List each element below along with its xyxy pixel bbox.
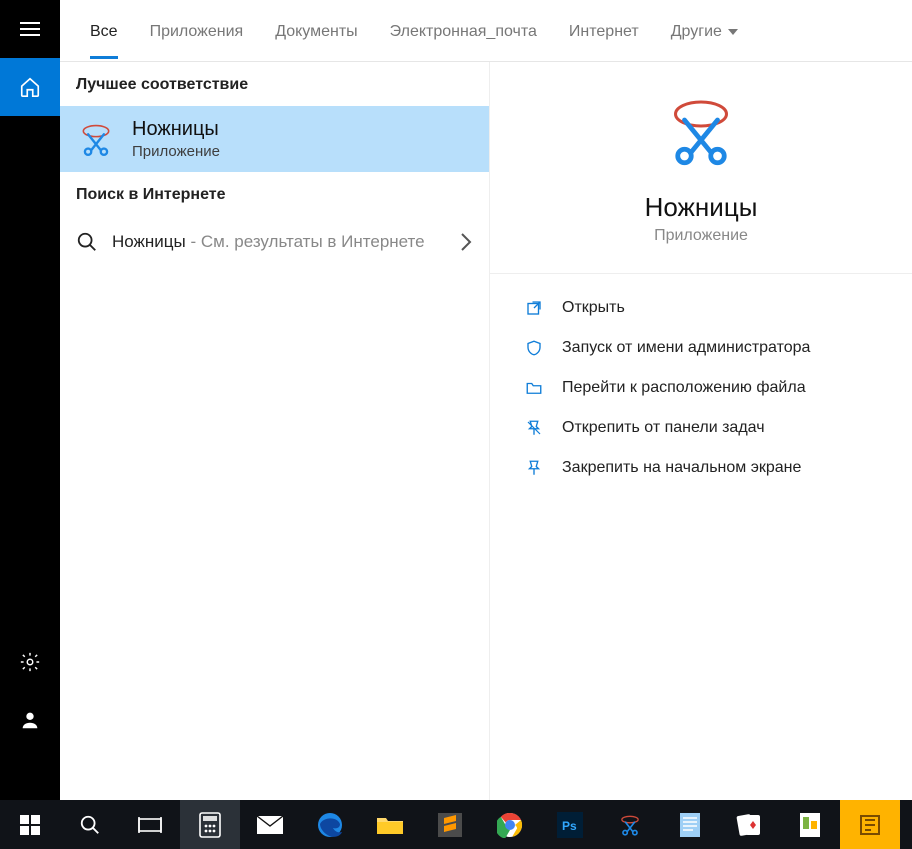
preview-column: Ножницы Приложение Открыть Запуск от име… xyxy=(490,62,912,803)
tab-all[interactable]: Все xyxy=(90,3,118,59)
tab-more[interactable]: Другие xyxy=(671,3,738,59)
web-result-suffix: - См. результаты в Интернете xyxy=(186,232,425,251)
taskbar-app-edge[interactable] xyxy=(300,800,360,849)
settings-icon[interactable] xyxy=(0,633,60,691)
taskbar-app-generic2[interactable] xyxy=(840,800,900,849)
taskbar-search-icon[interactable] xyxy=(60,800,120,849)
taskbar-app-notepad[interactable] xyxy=(660,800,720,849)
chevron-down-icon xyxy=(728,29,738,35)
snipping-tool-icon xyxy=(665,96,737,168)
best-match-title: Ножницы xyxy=(132,118,220,141)
best-match-subtitle: Приложение xyxy=(132,143,220,160)
action-open-file-location[interactable]: Перейти к расположению файла xyxy=(490,368,912,408)
search-panel: Все Приложения Документы Электронная_поч… xyxy=(60,0,912,849)
action-open-file-location-label: Перейти к расположению файла xyxy=(562,379,806,397)
filter-tabs: Все Приложения Документы Электронная_поч… xyxy=(60,0,912,62)
chevron-right-icon xyxy=(459,232,473,252)
tab-documents[interactable]: Документы xyxy=(275,3,357,59)
preview-subtitle: Приложение xyxy=(654,227,748,245)
hamburger-icon[interactable] xyxy=(0,0,60,58)
preview-title: Ножницы xyxy=(645,192,758,223)
action-open[interactable]: Открыть xyxy=(490,288,912,328)
action-pin-start[interactable]: Закрепить на начальном экране xyxy=(490,448,912,488)
open-icon xyxy=(524,298,544,318)
pin-icon xyxy=(524,458,544,478)
web-result-query: Ножницы xyxy=(112,232,186,251)
shield-icon xyxy=(524,338,544,358)
snipping-tool-icon xyxy=(76,119,116,159)
tab-apps[interactable]: Приложения xyxy=(150,3,244,59)
start-button[interactable] xyxy=(0,800,60,849)
tab-email[interactable]: Электронная_почта xyxy=(390,3,537,59)
home-icon[interactable] xyxy=(0,58,60,116)
taskbar-app-chrome[interactable] xyxy=(480,800,540,849)
tab-more-label: Другие xyxy=(671,23,722,41)
section-web-search: Поиск в Интернете xyxy=(60,172,489,216)
web-result-text: Ножницы - См. результаты в Интернете xyxy=(112,230,445,255)
action-unpin-taskbar[interactable]: Открепить от панели задач xyxy=(490,408,912,448)
start-rail xyxy=(0,0,60,849)
tab-internet[interactable]: Интернет xyxy=(569,3,639,59)
results-column: Лучшее соответствие Ножницы Приложение xyxy=(60,62,490,803)
taskbar-app-sublime[interactable] xyxy=(420,800,480,849)
folder-icon xyxy=(524,378,544,398)
taskbar-app-solitaire[interactable] xyxy=(720,800,780,849)
taskbar-app-calculator[interactable] xyxy=(180,800,240,849)
search-icon xyxy=(76,231,98,253)
taskbar-app-generic1[interactable] xyxy=(780,800,840,849)
taskbar-app-mail[interactable] xyxy=(240,800,300,849)
action-run-admin[interactable]: Запуск от имени администратора xyxy=(490,328,912,368)
user-icon[interactable] xyxy=(0,691,60,749)
action-run-admin-label: Запуск от имени администратора xyxy=(562,339,810,357)
taskbar-app-snipping-tool[interactable] xyxy=(600,800,660,849)
web-search-result[interactable]: Ножницы - См. результаты в Интернете xyxy=(60,216,489,269)
action-unpin-taskbar-label: Открепить от панели задач xyxy=(562,419,765,437)
taskbar-app-photoshop[interactable]: Ps xyxy=(540,800,600,849)
best-match-result[interactable]: Ножницы Приложение xyxy=(60,106,489,172)
taskbar: Ps xyxy=(0,800,912,849)
svg-text:Ps: Ps xyxy=(562,819,577,833)
actions-list: Открыть Запуск от имени администратора П… xyxy=(490,274,912,502)
action-pin-start-label: Закрепить на начальном экране xyxy=(562,459,801,477)
unpin-icon xyxy=(524,418,544,438)
section-best-match: Лучшее соответствие xyxy=(60,62,489,106)
task-view-icon[interactable] xyxy=(120,800,180,849)
taskbar-app-file-explorer[interactable] xyxy=(360,800,420,849)
action-open-label: Открыть xyxy=(562,299,625,317)
